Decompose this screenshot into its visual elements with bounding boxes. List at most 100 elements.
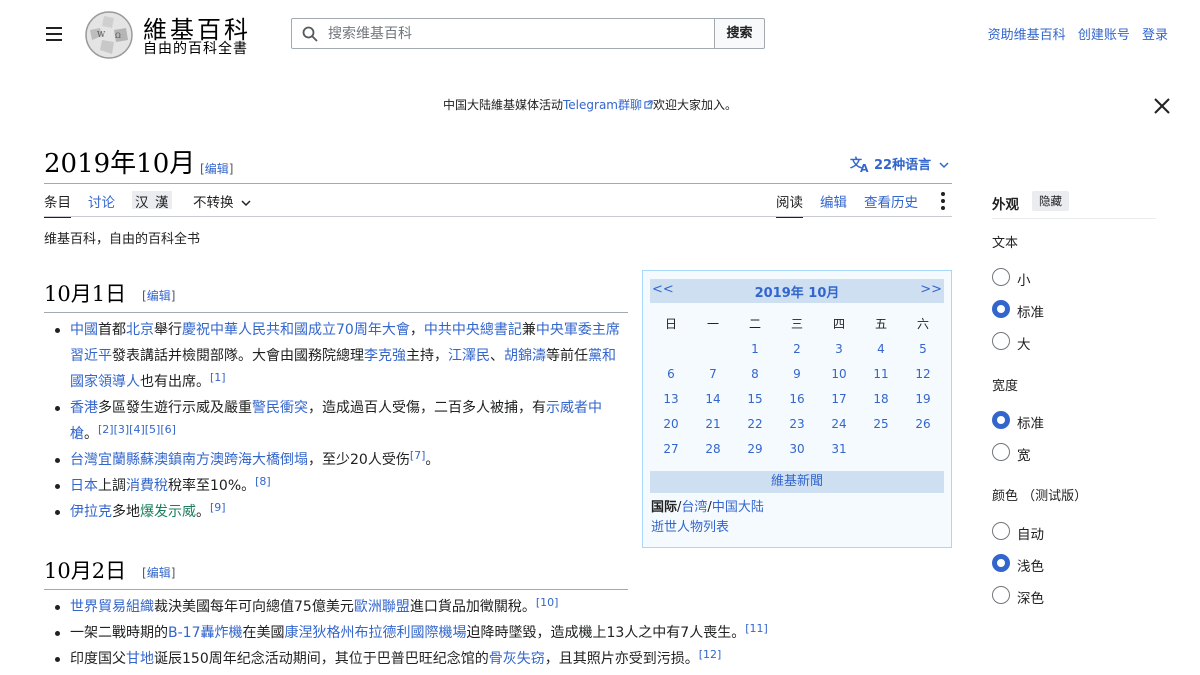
login-link[interactable]: 登录 [1142, 28, 1168, 43]
text-size-radio-1[interactable] [992, 300, 1010, 318]
calendar-day-25[interactable]: 25 [860, 411, 902, 436]
calendar-day-4[interactable]: 4 [860, 336, 902, 361]
calendar-day-5[interactable]: 5 [902, 336, 944, 361]
text-size-radio-2[interactable] [992, 332, 1010, 350]
calendar-title[interactable]: 2019年 10月 [650, 282, 944, 301]
article-link[interactable]: 北京 [126, 322, 154, 338]
width-radio-0[interactable] [992, 411, 1010, 429]
calendar-day-28[interactable]: 28 [692, 436, 734, 461]
calendar-day-20[interactable]: 20 [650, 411, 692, 436]
calendar-day-17[interactable]: 17 [818, 386, 860, 411]
search-button[interactable]: 搜索 [714, 18, 765, 49]
calendar-day-2[interactable]: 2 [776, 336, 818, 361]
news-region-link[interactable]: 中国大陆 [712, 500, 764, 515]
calendar-day-29[interactable]: 29 [734, 436, 776, 461]
article-link[interactable]: 中共中央總書記 [424, 322, 522, 338]
calendar-day-6[interactable]: 6 [650, 361, 692, 386]
width-radio-1[interactable] [992, 443, 1010, 461]
article-link[interactable]: 爆发示威 [140, 504, 196, 520]
calendar-day-11[interactable]: 11 [860, 361, 902, 386]
article-link[interactable]: 甘地 [126, 651, 154, 667]
text-size-radio-label[interactable]: 标准 [1017, 301, 1044, 321]
calendar-day-24[interactable]: 24 [818, 411, 860, 436]
calendar-day-27[interactable]: 27 [650, 436, 692, 461]
section-edit-link[interactable]: [编辑] [142, 564, 175, 581]
reference-link[interactable]: [12] [699, 648, 722, 661]
section-edit-link[interactable]: [编辑] [142, 287, 175, 304]
calendar-day-13[interactable]: 13 [650, 386, 692, 411]
color-radio-label[interactable]: 自动 [1017, 523, 1044, 543]
article-link[interactable]: 中央軍委主席 [536, 322, 620, 338]
tab-edit[interactable]: 编辑 [820, 191, 847, 211]
tab-read[interactable]: 阅读 [776, 191, 803, 218]
tab-talk[interactable]: 讨论 [88, 191, 115, 211]
calendar-day-14[interactable]: 14 [692, 386, 734, 411]
article-link[interactable]: 歐洲聯盟 [354, 599, 410, 615]
close-icon[interactable] [1152, 96, 1172, 116]
main-menu-button[interactable] [40, 20, 68, 48]
article-link[interactable]: 香港 [70, 400, 98, 416]
calendar-day-21[interactable]: 21 [692, 411, 734, 436]
calendar-day-12[interactable]: 12 [902, 361, 944, 386]
article-link[interactable]: 台灣宜蘭縣蘇澳鎮南方澳跨海大橋倒塌 [70, 452, 308, 468]
calendar-day-26[interactable]: 26 [902, 411, 944, 436]
reference-link[interactable]: [11] [745, 622, 768, 635]
color-radio-0[interactable] [992, 522, 1010, 540]
calendar-day-22[interactable]: 22 [734, 411, 776, 436]
language-button[interactable]: 文 A 22种语言 [850, 154, 949, 175]
article-link[interactable]: 中國 [70, 322, 98, 338]
article-link[interactable]: 江澤民 [448, 348, 490, 364]
article-link[interactable]: 慶祝中華人民共和國成立70周年大會 [182, 322, 410, 338]
article-link[interactable]: 伊拉克 [70, 504, 112, 520]
calendar-day-9[interactable]: 9 [776, 361, 818, 386]
calendar-day-8[interactable]: 8 [734, 361, 776, 386]
text-size-radio-label[interactable]: 大 [1017, 333, 1031, 353]
title-edit-link[interactable]: [编辑] [200, 160, 233, 177]
reference-link[interactable]: [2][3][4][5][6] [98, 423, 176, 436]
calendar-day-23[interactable]: 23 [776, 411, 818, 436]
calendar-day-18[interactable]: 18 [860, 386, 902, 411]
reference-link[interactable]: [1] [210, 371, 226, 384]
banner-telegram-link[interactable]: Telegram群聊 [563, 98, 653, 112]
text-size-radio-0[interactable] [992, 268, 1010, 286]
calendar-day-16[interactable]: 16 [776, 386, 818, 411]
width-radio-label[interactable]: 宽 [1017, 444, 1031, 464]
calendar-day-31[interactable]: 31 [818, 436, 860, 461]
color-radio-label[interactable]: 浅色 [1017, 555, 1044, 575]
reference-link[interactable]: [10] [536, 596, 559, 609]
calendar-day-19[interactable]: 19 [902, 386, 944, 411]
logo-subtitle[interactable]: 自由的百科全書 [143, 38, 248, 58]
calendar-next-month[interactable]: >> [920, 282, 942, 297]
width-radio-label[interactable]: 标准 [1017, 412, 1044, 432]
reference-link[interactable]: [9] [210, 501, 226, 514]
donate-link[interactable]: 资助维基百科 [988, 28, 1066, 43]
text-size-radio-label[interactable]: 小 [1017, 269, 1031, 289]
article-link[interactable]: 康涅狄格州布拉德利國際機場 [284, 625, 466, 641]
article-link[interactable]: 日本 [70, 478, 98, 494]
calendar-day-30[interactable]: 30 [776, 436, 818, 461]
search-input[interactable] [326, 23, 706, 45]
news-region-link[interactable]: 台湾 [681, 500, 707, 515]
calendar-day-7[interactable]: 7 [692, 361, 734, 386]
article-link[interactable]: 世界貿易組織 [70, 599, 154, 615]
tab-variant-traditional[interactable]: 漢 [155, 191, 169, 211]
calendar-day-3[interactable]: 3 [818, 336, 860, 361]
create-account-link[interactable]: 创建账号 [1078, 28, 1130, 43]
article-link[interactable]: 消費稅 [126, 478, 168, 494]
tab-article[interactable]: 条目 [44, 191, 71, 218]
article-link[interactable]: 骨灰失窃 [489, 651, 545, 667]
calendar-news-link[interactable]: 維基新聞 [650, 471, 944, 493]
color-radio-label[interactable]: 深色 [1017, 587, 1044, 607]
calendar-day-10[interactable]: 10 [818, 361, 860, 386]
calendar-day-1[interactable]: 1 [734, 336, 776, 361]
article-link[interactable]: 警民衝突 [252, 400, 308, 416]
tab-history[interactable]: 查看历史 [864, 191, 918, 211]
tab-variant-simplified[interactable]: 汉 [135, 191, 149, 211]
article-link[interactable]: 習近平 [70, 348, 112, 364]
reference-link[interactable]: [8] [255, 475, 271, 488]
reference-link[interactable]: [7] [410, 449, 426, 462]
color-radio-2[interactable] [992, 586, 1010, 604]
article-link[interactable]: B-17轟炸機 [168, 625, 242, 641]
calendar-day-15[interactable]: 15 [734, 386, 776, 411]
wikipedia-globe-icon[interactable]: W Ω [84, 10, 134, 60]
